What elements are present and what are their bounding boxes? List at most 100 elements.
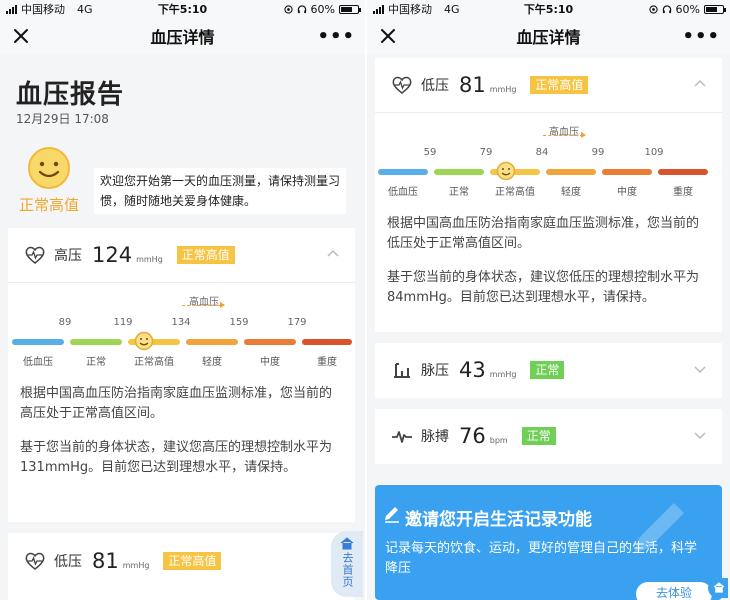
status-badge: 正常 — [530, 361, 565, 379]
scale-category-label: 重度 — [673, 187, 693, 198]
metric-unit: mmHg — [489, 369, 517, 379]
hypertension-range-line — [182, 305, 222, 306]
headphones-icon — [297, 4, 306, 13]
close-icon[interactable] — [377, 25, 399, 47]
heart-rate-header[interactable]: 脉搏 76 bpm 正常 — [375, 409, 722, 463]
metric-value: 124 — [92, 243, 133, 267]
go-home-button[interactable] — [708, 578, 728, 598]
status-time: 下午5:10 — [523, 3, 574, 16]
welcome-message: 欢迎您开始第一天的血压测量，请保持测量习惯，随时随地关爱身体健康。 — [94, 168, 346, 214]
current-level-smiley-icon — [134, 331, 154, 351]
scale-category-label: 正常 — [449, 187, 469, 198]
heart-rate-icon — [392, 76, 412, 94]
pulse-pressure-card[interactable]: 脉压 43 mmHg 正常 — [375, 343, 722, 398]
go-home-label: 去首页 — [341, 552, 354, 588]
pulse-wave-icon — [392, 431, 412, 443]
description-paragraph: 基于您当前的身体状态，建议您高压的理想控制水平为131mmHg。目前您已达到理想… — [20, 440, 333, 475]
scale-tick: 109 — [644, 147, 664, 158]
arrow-right-icon — [220, 302, 225, 308]
close-icon[interactable] — [10, 25, 32, 47]
scale-tick: 59 — [423, 147, 437, 158]
network-type: 4G — [444, 2, 460, 16]
scale-segment-low — [12, 339, 64, 345]
page-title: 血压详情 — [150, 28, 215, 47]
scale-tick: 159 — [229, 317, 249, 328]
diastolic-header[interactable]: 低压 81 mmHg 正常高值 — [375, 58, 722, 112]
diastolic-description: 根据中国高血压防治指南家庭血压监测标准，您当前的低压处于正常高值区间。 基于您当… — [375, 204, 722, 308]
more-menu-button[interactable]: ••• — [682, 26, 720, 47]
systolic-scale: 高血压 89 119 134 159 179 低血压 正常 正常高值 轻度 中度… — [8, 282, 355, 374]
more-menu-button[interactable]: ••• — [317, 26, 355, 47]
scale-category-label: 轻度 — [202, 357, 222, 368]
metric-name: 低压 — [54, 554, 82, 570]
chevron-down-icon[interactable] — [694, 363, 706, 375]
scale-segment-moderate — [244, 339, 296, 345]
diastolic-header[interactable]: 低压 81 mmHg 正常高值 — [8, 533, 355, 589]
scale-tick: 134 — [171, 317, 191, 328]
metric-unit: mmHg — [136, 254, 163, 264]
go-home-button[interactable]: 去首页 — [331, 531, 363, 597]
current-level-smiley-icon — [496, 161, 516, 181]
status-badge: 正常高值 — [176, 246, 235, 264]
scale-segment-normal — [434, 169, 484, 175]
status-badge: 正常高值 — [530, 76, 589, 94]
status-label: 正常高值 — [18, 196, 79, 214]
heart-rate-icon — [25, 246, 45, 264]
scale-category-label: 中度 — [260, 357, 280, 368]
promo-text: 记录每天的饮食、运动，更好的管理自己的生活，科学降压 — [385, 541, 698, 576]
heart-rate-icon — [25, 552, 45, 570]
scale-segment-low — [378, 169, 428, 175]
scale-tick: 119 — [113, 317, 133, 328]
diastolic-card-expanded: 低压 81 mmHg 正常高值 高血压 59 79 84 99 109 低血压 … — [375, 58, 722, 332]
systolic-card: 高压 124 mmHg 正常高值 高血压 89 119 134 159 179 … — [8, 228, 355, 522]
home-icon — [713, 582, 725, 593]
nav-bar: 血压详情 ••• — [367, 18, 730, 54]
report-title: 血压报告 — [16, 80, 125, 110]
status-time: 下午5:10 — [157, 3, 208, 16]
status-badge: 正常高值 — [163, 552, 222, 570]
scale-category-label: 重度 — [317, 357, 337, 368]
metric-value: 81 — [459, 73, 486, 97]
page-title: 血压详情 — [516, 28, 581, 47]
battery-percent: 60% — [310, 2, 335, 16]
chevron-down-icon[interactable] — [694, 429, 706, 441]
systolic-header[interactable]: 高压 124 mmHg 正常高值 — [8, 228, 355, 282]
scale-segment-severe — [658, 169, 708, 175]
scale-segment-mild — [186, 339, 238, 345]
try-it-button[interactable]: 去体验 — [636, 582, 712, 600]
chevron-up-icon[interactable] — [327, 248, 339, 260]
chevron-up-icon[interactable] — [694, 78, 706, 90]
scale-category-label: 正常高值 — [495, 187, 535, 198]
signal-icon — [6, 4, 17, 14]
status-bar: 中国移动 4G 下午5:10 60% — [0, 0, 365, 18]
metric-name: 高压 — [54, 248, 82, 264]
screen-right: 中国移动 4G 下午5:10 60% 血压详情 ••• 低压 81 mmHg 正… — [367, 0, 730, 600]
scale-category-label: 正常高值 — [134, 357, 174, 368]
battery-icon — [339, 4, 361, 14]
metric-name: 低压 — [421, 78, 449, 94]
scale-category-label: 轻度 — [561, 187, 581, 198]
metric-unit: bpm — [489, 435, 508, 445]
nav-bar: 血压详情 ••• — [0, 18, 365, 54]
diastolic-card[interactable]: 低压 81 mmHg 正常高值 — [8, 533, 355, 600]
scale-segment-severe — [302, 339, 352, 345]
scale-tick: 84 — [535, 147, 549, 158]
metric-name: 脉压 — [421, 363, 449, 379]
headphones-icon — [662, 4, 671, 13]
carrier-name: 中国移动 — [21, 3, 65, 16]
scale-category-label: 中度 — [617, 187, 637, 198]
status-badge: 正常 — [521, 427, 556, 445]
status-summary: 正常高值 — [16, 146, 82, 215]
scale-tick: 79 — [479, 147, 493, 158]
carrier-name: 中国移动 — [388, 3, 432, 16]
life-record-promo[interactable]: 邀请您开启生活记录功能 记录每天的饮食、运动，更好的管理自己的生活，科学降压 去… — [375, 485, 722, 600]
status-bar: 中国移动 4G 下午5:10 60% — [367, 0, 730, 18]
scale-tick: 179 — [287, 317, 307, 328]
metric-value: 76 — [459, 424, 486, 448]
metric-unit: mmHg — [122, 560, 150, 570]
promo-title: 邀请您开启生活记录功能 — [405, 510, 592, 530]
pulse-pressure-header[interactable]: 脉压 43 mmHg 正常 — [375, 343, 722, 397]
heart-rate-card[interactable]: 脉搏 76 bpm 正常 — [375, 409, 722, 464]
home-icon — [340, 537, 354, 550]
location-icon — [648, 4, 658, 14]
